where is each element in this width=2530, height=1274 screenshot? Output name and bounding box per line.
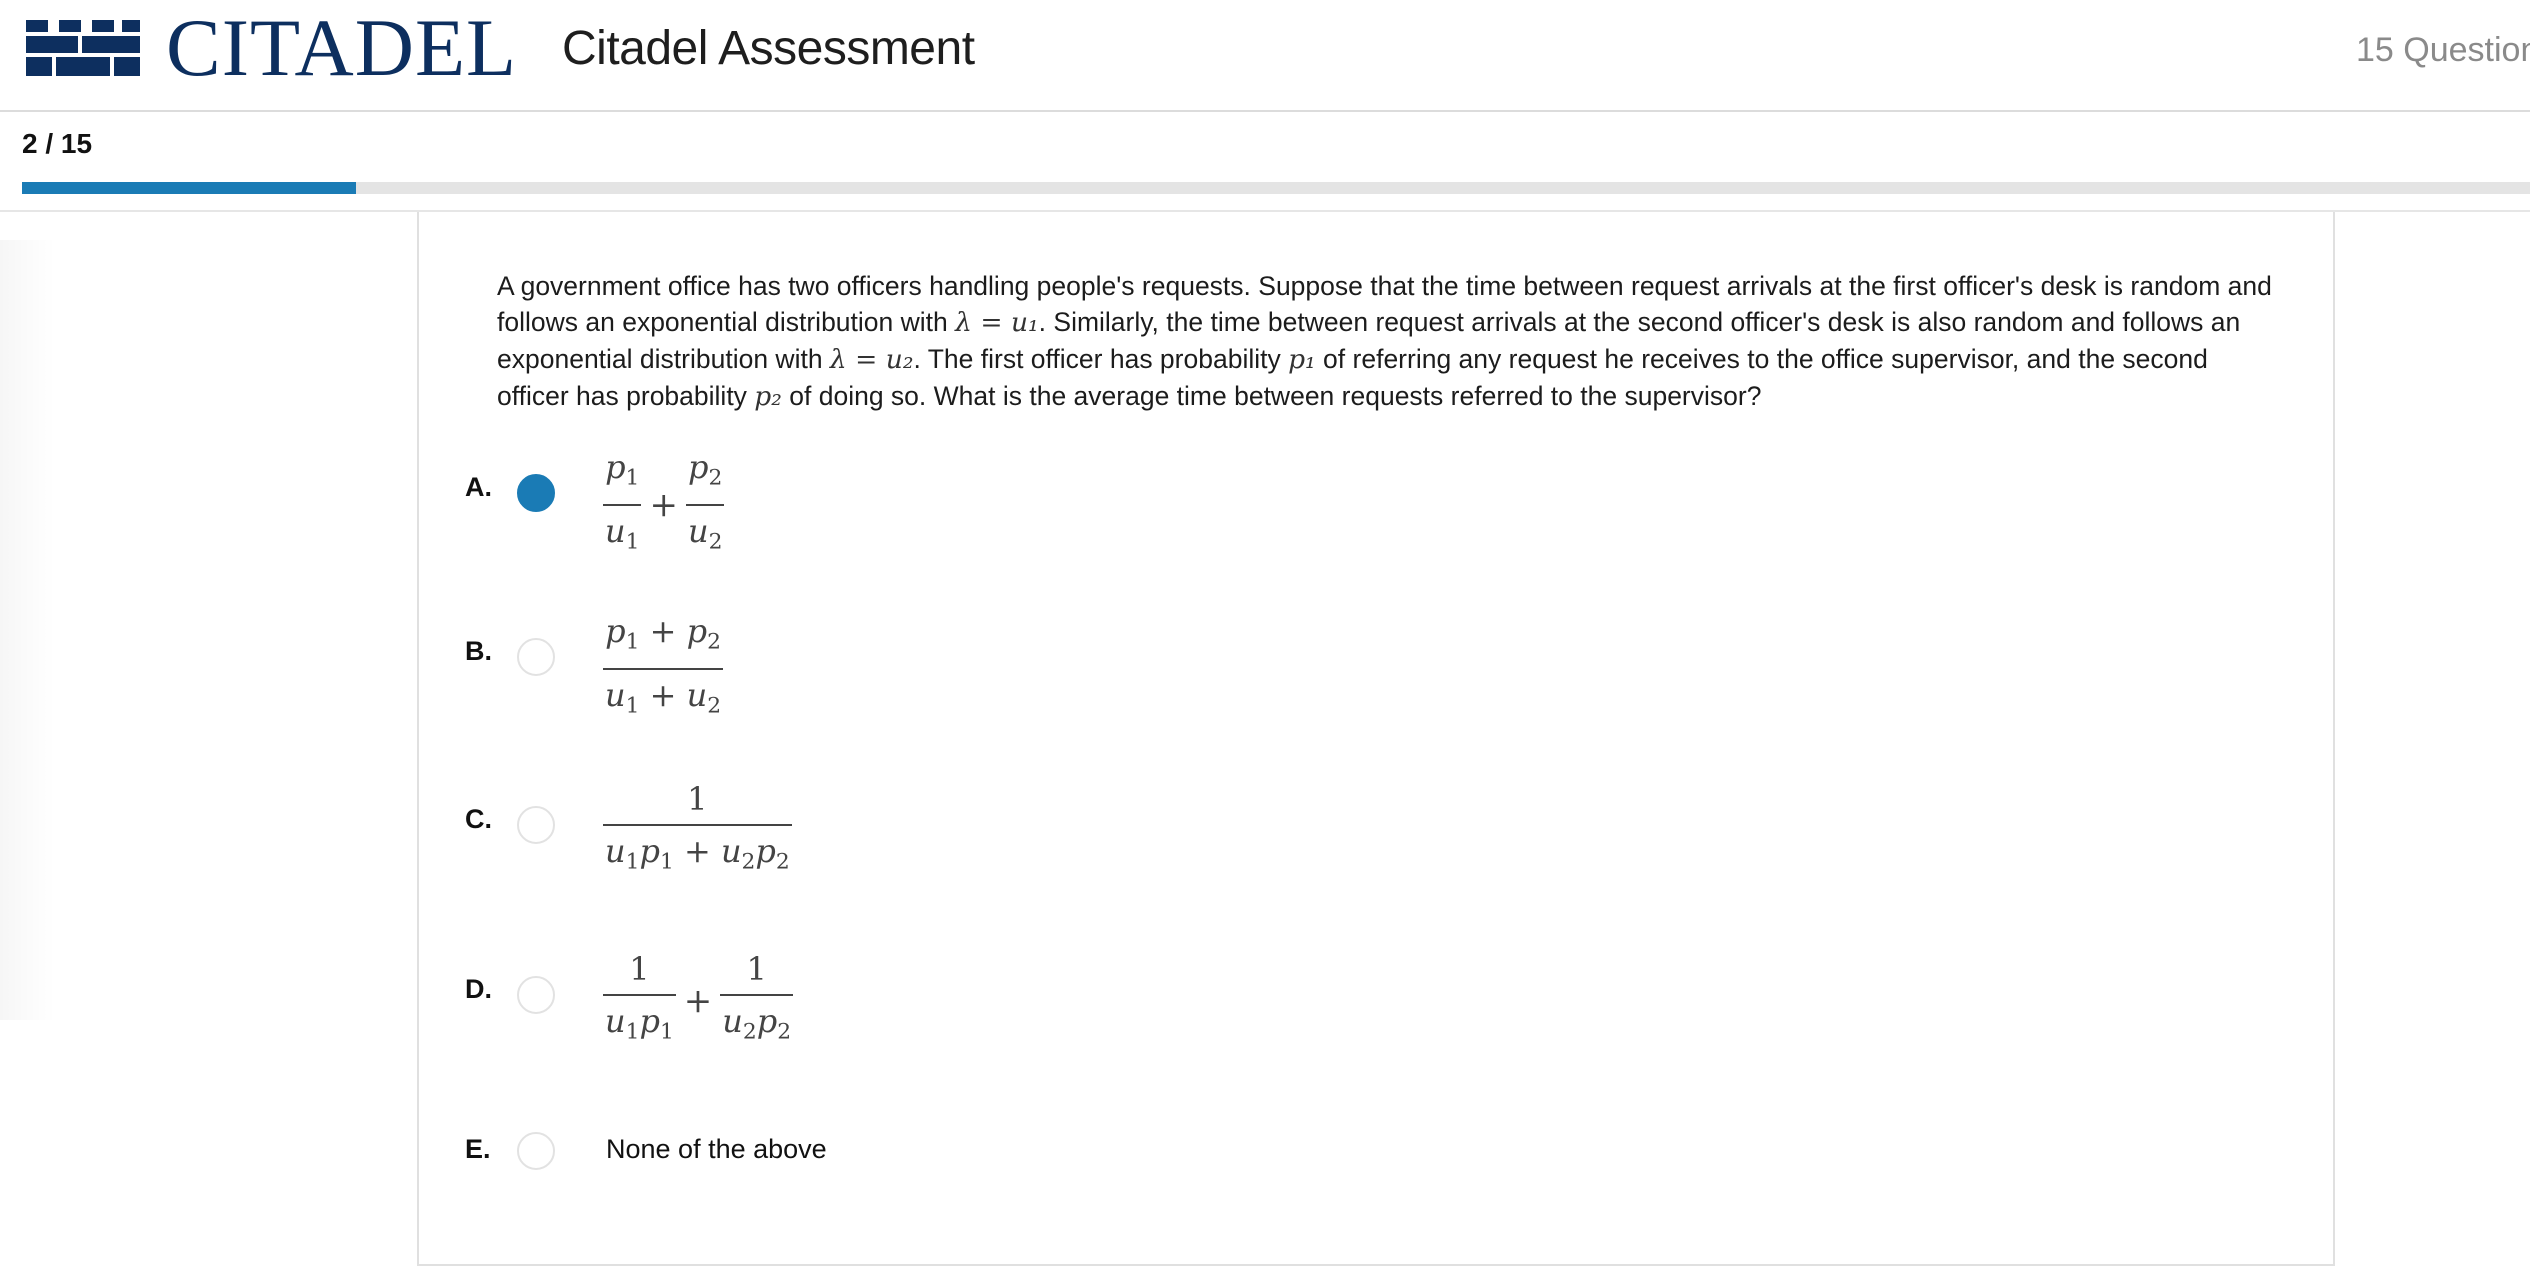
question-count: 15 Questions — [2356, 31, 2530, 69]
question-text-part: . The first officer has probability — [913, 344, 1289, 374]
radio-button-a[interactable] — [517, 474, 555, 512]
option-expression: 1 u1p1 +1 u2p2 — [603, 950, 794, 1052]
radio-button-c[interactable] — [517, 806, 555, 844]
option-expression: 1 u1p1 + u2p2 — [603, 780, 792, 882]
option-letter: B. — [465, 636, 492, 666]
math-inline: p₂ — [754, 381, 782, 412]
question-text-part: of doing so. What is the average time be… — [781, 381, 1762, 411]
answer-option-c[interactable]: C. 1 u1p1 + u2p2 — [419, 780, 2319, 875]
radio-button-e[interactable] — [517, 1132, 555, 1170]
option-letter: C. — [465, 804, 492, 834]
math-inline: p₁ — [1288, 344, 1316, 375]
radio-button-d[interactable] — [517, 976, 555, 1014]
side-panel-shadow — [0, 240, 55, 1020]
app-title: Citadel Assessment — [562, 22, 975, 75]
option-expression: p1 u1 + p2 u2 — [603, 448, 725, 561]
citadel-battlement-icon — [26, 20, 140, 76]
citadel-logo-text: CITADEL — [166, 2, 518, 93]
option-expression: p1 + p2 u1 + u2 — [603, 612, 724, 725]
math-inline: λ = u₁ — [955, 307, 1039, 338]
radio-button-b[interactable] — [517, 638, 555, 676]
question-card: A government office has two officers han… — [417, 212, 2335, 1266]
option-letter: D. — [465, 974, 492, 1004]
answer-option-d[interactable]: D. 1 u1p1 +1 u2p2 — [419, 950, 2319, 1045]
progress-bar-fill — [22, 182, 357, 194]
math-inline: λ = u₂ — [829, 344, 914, 375]
option-letter: A. — [465, 472, 492, 502]
question-text: A government office has two officers han… — [497, 268, 2277, 415]
app-header: CITADEL Citadel Assessment 15 Questions — [0, 0, 2530, 112]
answer-option-b[interactable]: B. p1 + p2 u1 + u2 — [419, 612, 2319, 718]
progress-bar — [22, 182, 2530, 194]
option-text: None of the above — [606, 1134, 827, 1164]
answer-option-a[interactable]: A. p1 u1 + p2 u2 — [419, 448, 2319, 554]
answer-option-e[interactable]: E. None of the above — [419, 1126, 2319, 1176]
progress-counter: 2 / 15 — [22, 128, 93, 159]
option-letter: E. — [465, 1134, 491, 1164]
